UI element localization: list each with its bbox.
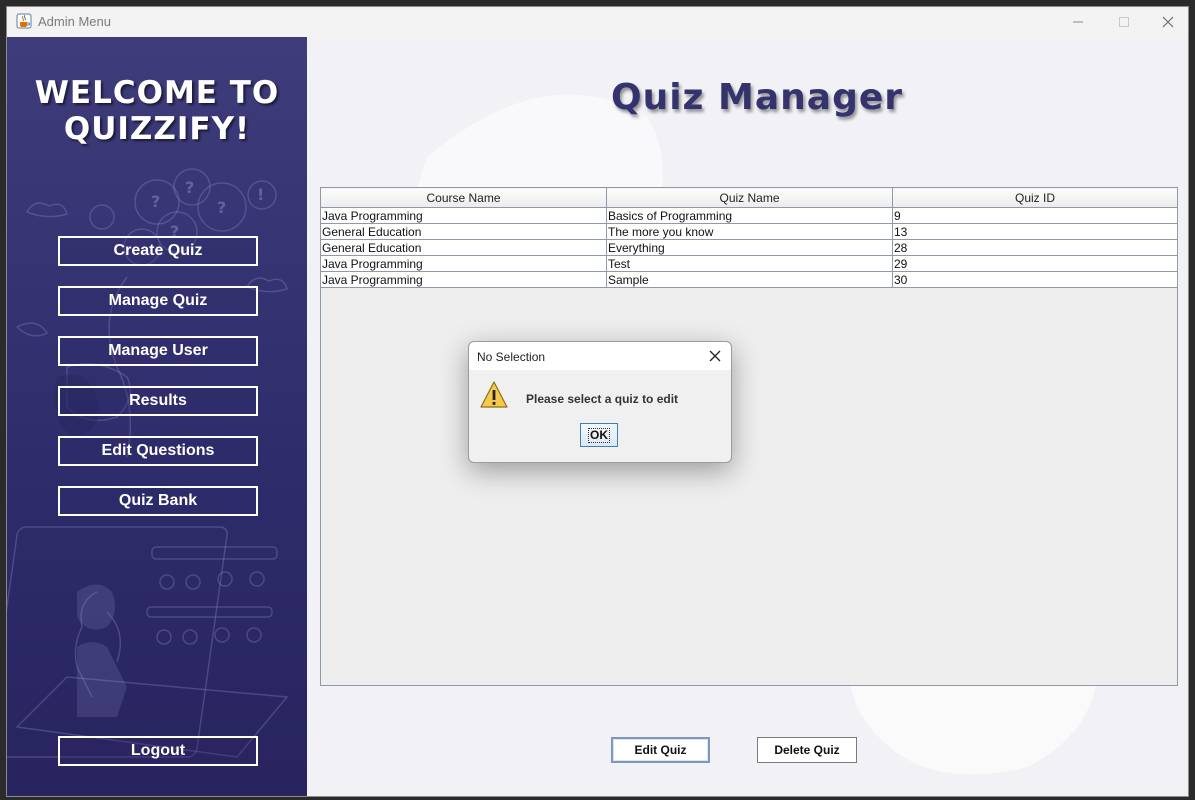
close-icon[interactable] <box>707 348 723 364</box>
manage-user-button[interactable]: Manage User <box>58 336 258 366</box>
course-name-cell[interactable]: General Education <box>320 223 607 240</box>
course-name-cell[interactable]: Java Programming <box>320 207 607 224</box>
column-header-quiz-name[interactable]: Quiz Name <box>606 187 893 208</box>
logout-button[interactable]: Logout <box>58 736 258 766</box>
column-header-quiz-id[interactable]: Quiz ID <box>892 187 1178 208</box>
quiz-id-cell[interactable]: 13 <box>892 223 1178 240</box>
sidebar: ????! WELCOME TO QUIZZIFY! Create Quiz M… <box>7 37 307 796</box>
maximize-button[interactable] <box>1101 7 1147 37</box>
quiz-id-cell[interactable]: 28 <box>892 239 1178 256</box>
course-name-cell[interactable]: Java Programming <box>320 271 607 288</box>
course-name-cell[interactable]: Java Programming <box>320 255 607 272</box>
svg-text:!: ! <box>257 185 264 204</box>
column-header-course-name[interactable]: Course Name <box>320 187 607 208</box>
window-title: Admin Menu <box>38 14 111 29</box>
maximize-icon <box>1119 17 1129 27</box>
table-row[interactable]: Java Programming Sample 30 <box>320 271 1178 288</box>
ok-button[interactable]: OK <box>580 423 618 447</box>
quiz-table-viewport[interactable]: Course Name Quiz Name Quiz ID Java Progr… <box>320 187 1178 686</box>
table-header-row: Course Name Quiz Name Quiz ID <box>320 187 1178 208</box>
edit-quiz-button[interactable]: Edit Quiz <box>611 737 710 763</box>
delete-quiz-button[interactable]: Delete Quiz <box>757 737 857 763</box>
manage-quiz-button[interactable]: Manage Quiz <box>58 286 258 316</box>
svg-text:?: ? <box>151 192 160 211</box>
quiz-name-cell[interactable]: Sample <box>606 271 893 288</box>
dialog-title-bar: No Selection <box>469 342 731 370</box>
edit-questions-button[interactable]: Edit Questions <box>58 436 258 466</box>
close-button[interactable] <box>1145 7 1188 37</box>
minimize-button[interactable] <box>1055 7 1101 37</box>
ok-button-label: OK <box>588 427 610 443</box>
course-name-cell[interactable]: General Education <box>320 239 607 256</box>
admin-menu-window: Admin Menu ? ? ? ? ! WELCOME TO QUIZZIFY… <box>6 6 1189 797</box>
welcome-title: WELCOME TO QUIZZIFY! <box>34 75 280 147</box>
quiz-bank-button[interactable]: Quiz Bank <box>58 486 258 516</box>
java-cup-icon <box>16 13 32 29</box>
table-row[interactable]: General Education Everything 28 <box>320 239 1178 256</box>
table-row[interactable]: Java Programming Test 29 <box>320 255 1178 272</box>
dialog-message: Please select a quiz to edit <box>526 392 679 406</box>
quiz-id-cell[interactable]: 30 <box>892 271 1178 288</box>
quiz-illustration: ????! <box>7 168 289 758</box>
warning-icon <box>480 381 508 408</box>
quiz-name-cell[interactable]: The more you know <box>606 223 893 240</box>
results-button[interactable]: Results <box>58 386 258 416</box>
title-bar: Admin Menu <box>7 7 1188 38</box>
page-title: Quiz Manager <box>610 77 904 118</box>
quiz-name-cell[interactable]: Everything <box>606 239 893 256</box>
quiz-id-cell[interactable]: 9 <box>892 207 1178 224</box>
no-selection-dialog: No Selection Please select a quiz to edi… <box>468 341 732 463</box>
quiz-name-cell[interactable]: Basics of Programming <box>606 207 893 224</box>
table-row[interactable]: Java Programming Basics of Programming 9 <box>320 207 1178 224</box>
table-row[interactable]: General Education The more you know 13 <box>320 223 1178 240</box>
minimize-icon <box>1073 21 1083 23</box>
close-icon <box>1162 16 1174 28</box>
svg-text:?: ? <box>217 198 226 217</box>
dialog-title: No Selection <box>477 350 546 364</box>
quiz-id-cell[interactable]: 29 <box>892 255 1178 272</box>
quiz-name-cell[interactable]: Test <box>606 255 893 272</box>
create-quiz-button[interactable]: Create Quiz <box>58 236 258 266</box>
quiz-table: Course Name Quiz Name Quiz ID Java Progr… <box>320 187 1178 288</box>
main-panel: Quiz Manager Course Name Quiz Name Quiz … <box>307 37 1188 796</box>
svg-text:?: ? <box>185 178 194 197</box>
